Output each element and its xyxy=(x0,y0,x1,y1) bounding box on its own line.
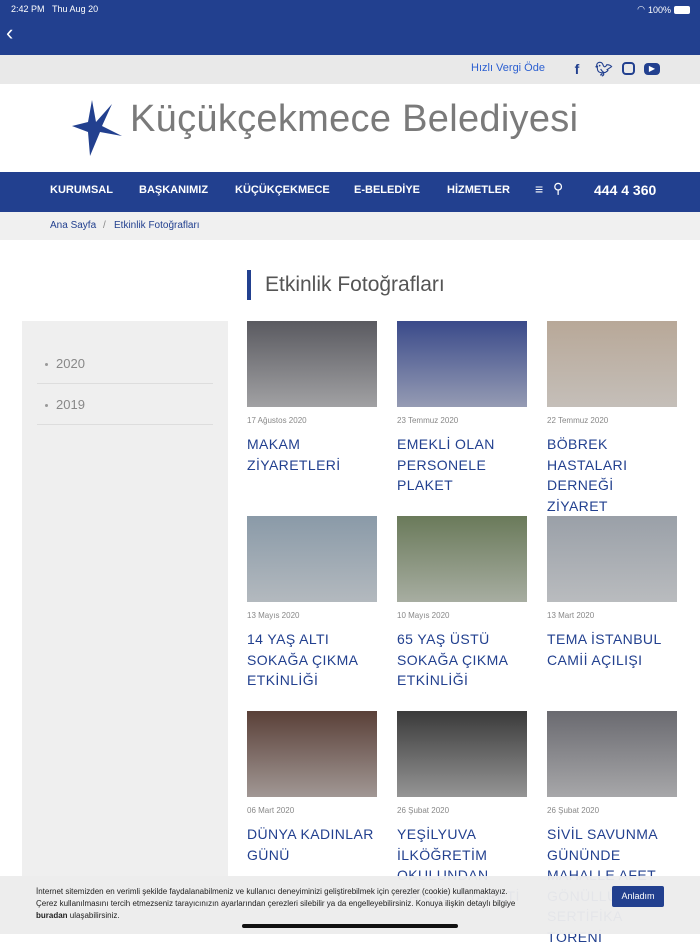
battery-icon xyxy=(674,5,690,14)
cookie-text-2: Çerez kullanılmasını tercih etmezseniz t… xyxy=(36,899,516,908)
social-links: f 🐦︎ ▶ xyxy=(568,61,660,77)
event-card[interactable]: 13 Mart 2020 TEMA İSTANBUL CAMİİ AÇILIŞI xyxy=(547,516,677,670)
nav-ebelediye[interactable]: E-BELEDİYE xyxy=(354,184,420,196)
event-date: 22 Temmuz 2020 xyxy=(547,416,609,425)
event-photo[interactable] xyxy=(397,321,527,407)
nav-kucukcekmece[interactable]: KÜÇÜKÇEKMECE xyxy=(235,184,330,196)
event-date: 23 Temmuz 2020 xyxy=(397,416,459,425)
menu-icon[interactable]: ≡ xyxy=(535,181,543,197)
year-2019[interactable]: 2019 xyxy=(37,385,213,425)
breadcrumb-separator: / xyxy=(103,220,106,231)
wifi-icon: ◠ xyxy=(637,4,645,14)
event-photo[interactable] xyxy=(247,321,377,407)
event-date: 13 Mayıs 2020 xyxy=(247,611,300,620)
event-title[interactable]: TEMA İSTANBUL CAMİİ AÇILIŞI xyxy=(547,629,677,670)
event-title[interactable]: BÖBREK HASTALARI DERNEĞİ ZİYARET xyxy=(547,434,677,516)
main-nav: KURUMSAL BAŞKANIMIZ KÜÇÜKÇEKMECE E-BELED… xyxy=(0,172,700,212)
event-photo[interactable] xyxy=(247,711,377,797)
cookie-text-3: ulaşabilirsiniz. xyxy=(67,911,120,920)
top-bar: Hızlı Vergi Öde f 🐦︎ ▶ xyxy=(0,55,700,84)
twitter-icon[interactable]: 🐦︎ xyxy=(595,61,613,77)
event-card[interactable]: 06 Mart 2020 DÜNYA KADINLAR GÜNÜ xyxy=(247,711,377,865)
event-photo[interactable] xyxy=(547,516,677,602)
event-card[interactable]: 10 Mayıs 2020 65 YAŞ ÜSTÜ SOKAĞA ÇIKMA ET… xyxy=(397,516,527,691)
logo-icon[interactable] xyxy=(72,100,124,156)
battery: ◠ 100% xyxy=(637,4,690,15)
event-photo[interactable] xyxy=(547,321,677,407)
event-photo[interactable] xyxy=(547,711,677,797)
event-title[interactable]: EMEKLİ OLAN PERSONELE PLAKET xyxy=(397,434,527,496)
event-photo[interactable] xyxy=(397,711,527,797)
event-card[interactable]: 17 Ağustos 2020 MAKAM ZİYARETLERİ xyxy=(247,321,377,475)
site-header: Küçükçekmece Belediyesi xyxy=(0,84,700,172)
nav-hizmetler[interactable]: HİZMETLER xyxy=(447,184,510,196)
event-title[interactable]: 14 YAŞ ALTI SOKAĞA ÇIKMA ETKİNLİĞİ xyxy=(247,629,377,691)
event-title[interactable]: MAKAM ZİYARETLERİ xyxy=(247,434,377,475)
event-card[interactable]: 22 Temmuz 2020 BÖBREK HASTALARI DERNEĞİ Z… xyxy=(547,321,677,516)
youtube-icon[interactable]: ▶ xyxy=(644,63,660,75)
event-title[interactable]: 65 YAŞ ÜSTÜ SOKAĞA ÇIKMA ETKİNLİĞİ xyxy=(397,629,527,691)
search-icon[interactable]: ⚲ xyxy=(553,180,563,197)
status-bar: 2:42 PM Thu Aug 20 ◠ 100% ‹ xyxy=(0,0,700,55)
home-indicator xyxy=(242,924,458,928)
nav-baskanimiz[interactable]: BAŞKANIMIZ xyxy=(139,184,208,196)
cookie-text: İnternet sitemizden en verimli şekilde f… xyxy=(36,886,606,922)
cookie-accept-button[interactable]: Anladım xyxy=(612,886,664,907)
page-title: Etkinlik Fotoğrafları xyxy=(247,270,445,300)
instagram-icon[interactable] xyxy=(622,62,635,75)
quick-tax-link[interactable]: Hızlı Vergi Öde xyxy=(471,62,545,74)
event-photo[interactable] xyxy=(397,516,527,602)
event-card[interactable]: 13 Mayıs 2020 14 YAŞ ALTI SOKAĞA ÇIKMA ET… xyxy=(247,516,377,691)
cookie-link[interactable]: buradan xyxy=(36,911,68,920)
breadcrumb-current: Etkinlik Fotoğrafları xyxy=(114,220,200,231)
event-card[interactable]: 23 Temmuz 2020 EMEKLİ OLAN PERSONELE PLAK… xyxy=(397,321,527,496)
event-date: 13 Mart 2020 xyxy=(547,611,595,620)
date: Thu Aug 20 xyxy=(52,4,99,14)
cookie-text-1: İnternet sitemizden en verimli şekilde f… xyxy=(36,887,508,896)
nav-kurumsal[interactable]: KURUMSAL xyxy=(50,184,113,196)
site-title[interactable]: Küçükçekmece Belediyesi xyxy=(130,98,578,141)
breadcrumb: Ana Sayfa / Etkinlik Fotoğrafları xyxy=(0,212,700,240)
phone-number[interactable]: 444 4 360 xyxy=(594,182,656,198)
event-title[interactable]: DÜNYA KADINLAR GÜNÜ xyxy=(247,824,377,865)
event-date: 26 Şubat 2020 xyxy=(397,806,450,815)
breadcrumb-home[interactable]: Ana Sayfa xyxy=(50,220,96,231)
battery-level: 100% xyxy=(647,4,671,15)
status-time: 2:42 PM Thu Aug 20 xyxy=(11,4,98,14)
back-button[interactable]: ‹ xyxy=(6,20,13,46)
event-date: 17 Ağustos 2020 xyxy=(247,416,307,425)
time: 2:42 PM xyxy=(11,4,45,14)
event-date: 10 Mayıs 2020 xyxy=(397,611,450,620)
year-sidebar: 2020 2019 xyxy=(22,321,228,934)
event-photo[interactable] xyxy=(247,516,377,602)
year-2020[interactable]: 2020 xyxy=(37,344,213,384)
event-date: 06 Mart 2020 xyxy=(247,806,295,815)
facebook-icon[interactable]: f xyxy=(568,61,586,77)
event-date: 26 Şubat 2020 xyxy=(547,806,600,815)
